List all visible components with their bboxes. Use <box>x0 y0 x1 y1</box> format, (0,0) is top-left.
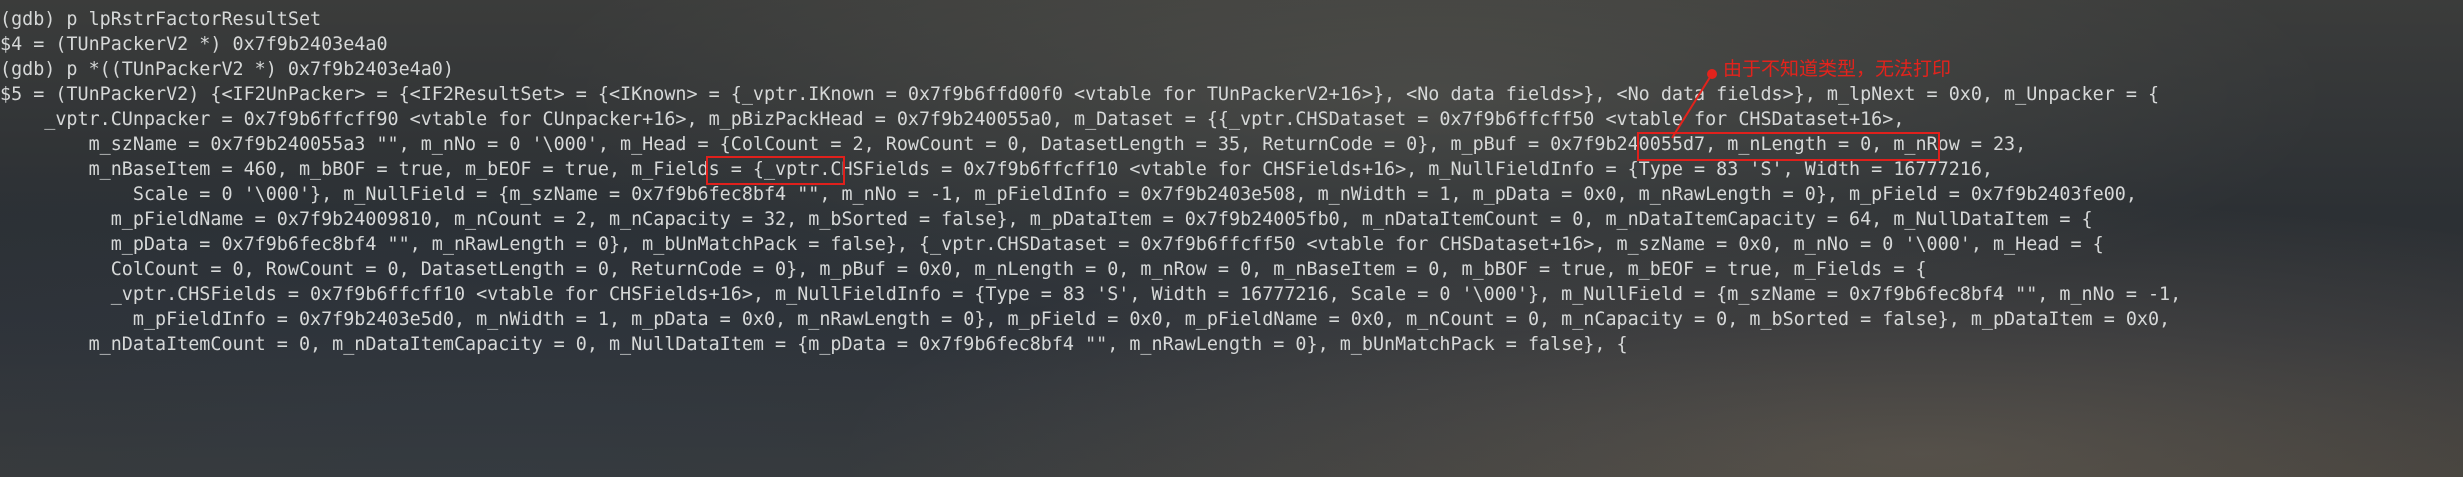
annotation-label: 由于不知道类型，无法打印 <box>1723 58 1952 80</box>
terminal-window[interactable]: (gdb) p lpRstrFactorResultSet $4 = (TUnP… <box>0 0 2463 477</box>
annotation-dot-icon <box>1707 69 1717 79</box>
annotation-arrow <box>1671 73 1713 139</box>
